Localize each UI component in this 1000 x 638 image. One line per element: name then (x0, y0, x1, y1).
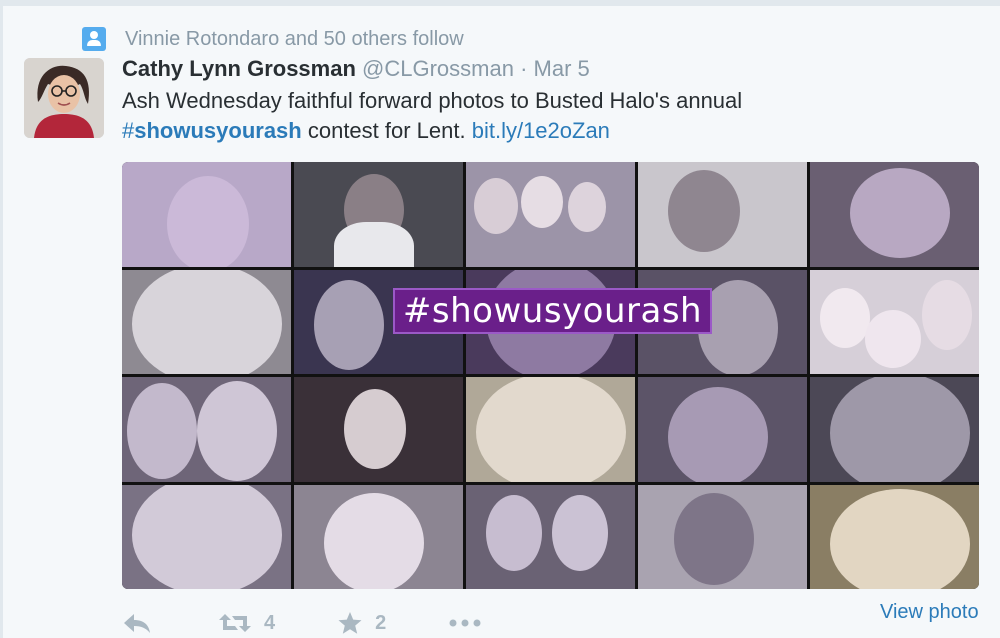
collage-photo (466, 377, 635, 482)
collage-photo (810, 484, 979, 589)
author-handle[interactable]: @CLGrossman (362, 56, 514, 81)
top-divider (0, 0, 1000, 6)
photo-hashtag-text: #showusyourash (402, 291, 703, 331)
hashtag-link[interactable]: #showusyourash (122, 118, 302, 143)
retweet-icon (219, 614, 251, 632)
collage-photo (810, 269, 979, 374)
reply-button[interactable] (122, 612, 152, 634)
more-button[interactable] (448, 618, 482, 628)
collage-photo (638, 484, 807, 589)
collage-photo (638, 162, 807, 267)
photo-collage (122, 162, 979, 589)
retweet-count: 4 (264, 611, 276, 634)
tweet-text-line2: contest for Lent. (301, 118, 472, 143)
collage-photo (294, 484, 463, 589)
photo-hashtag-overlay: #showusyourash (393, 288, 712, 334)
star-icon (338, 612, 362, 634)
tweet-photo[interactable]: #showusyourash (122, 162, 979, 589)
more-icon (449, 619, 481, 627)
collage-photo (810, 162, 979, 267)
favorite-count: 2 (375, 611, 387, 634)
follow-icon (82, 27, 106, 51)
hashtag-symbol: # (122, 118, 135, 143)
collage-photo (122, 269, 291, 374)
collage-photo (810, 377, 979, 482)
collage-photo (122, 377, 291, 482)
reply-icon (124, 614, 150, 633)
hashtag-word: showusyourash (134, 118, 302, 143)
collage-photo (122, 162, 291, 267)
tweet-actions: 4 2 (122, 608, 482, 638)
tweet-date[interactable]: Mar 5 (534, 56, 590, 81)
short-link[interactable]: bit.ly/1e2oZan (472, 118, 610, 143)
tweet-text-line1: Ash Wednesday faithful forward photos to… (122, 88, 743, 113)
left-divider (0, 0, 3, 638)
favorite-button[interactable]: 2 (337, 611, 386, 635)
avatar[interactable] (24, 58, 104, 138)
collage-photo (122, 484, 291, 589)
follow-context: Vinnie Rotondaro and 50 others follow (82, 26, 464, 52)
author-name[interactable]: Cathy Lynn Grossman (122, 56, 356, 81)
collage-photo (466, 484, 635, 589)
header-separator: · (520, 56, 528, 81)
collage-photo (294, 377, 463, 482)
view-photo-link[interactable]: View photo (880, 601, 979, 624)
retweet-button[interactable]: 4 (218, 612, 275, 635)
collage-photo (638, 377, 807, 482)
tweet-text: Ash Wednesday faithful forward photos to… (122, 86, 882, 146)
tweet-header: Cathy Lynn Grossman @CLGrossman · Mar 5 (122, 56, 590, 82)
collage-photo (294, 162, 463, 267)
collage-photo (466, 162, 635, 267)
follow-context-text[interactable]: Vinnie Rotondaro and 50 others follow (125, 28, 464, 51)
